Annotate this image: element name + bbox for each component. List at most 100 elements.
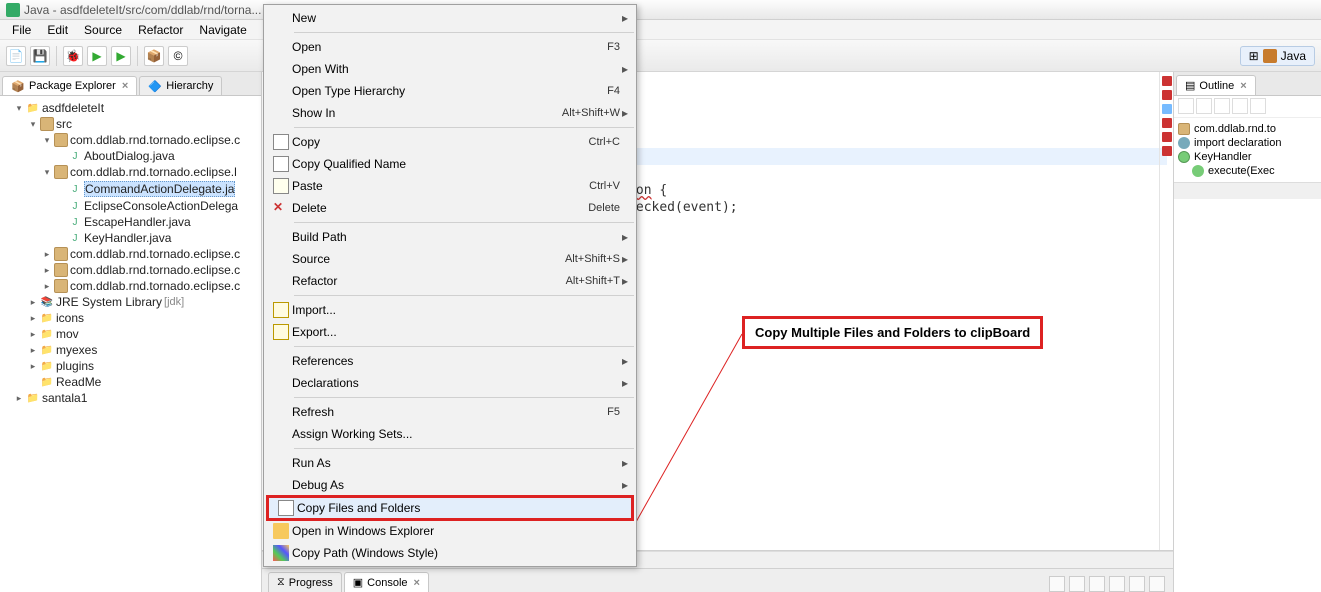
outline-item[interactable]: execute(Exec	[1178, 164, 1317, 178]
tree-project[interactable]: ▾📁asdfdeleteIt	[14, 100, 261, 116]
horizontal-scrollbar[interactable]	[1174, 182, 1321, 199]
error-marker-icon[interactable]	[1162, 76, 1172, 86]
error-marker-icon[interactable]	[1162, 90, 1172, 100]
menu-item-build-path[interactable]: Build Path▸	[264, 226, 636, 248]
menu-refactor[interactable]: Refactor	[130, 21, 191, 39]
console-tool[interactable]	[1109, 576, 1125, 592]
tree-jre[interactable]: ▸📚JRE System Library [jdk]	[28, 294, 261, 310]
tree-package[interactable]: ▸com.ddlab.rnd.tornado.eclipse.c	[42, 262, 261, 278]
menu-item-copy[interactable]: CopyCtrl+C	[264, 131, 636, 153]
outline-item[interactable]: import declaration	[1178, 136, 1317, 150]
console-tool[interactable]	[1129, 576, 1145, 592]
menu-navigate[interactable]: Navigate	[191, 21, 254, 39]
menu-edit[interactable]: Edit	[39, 21, 76, 39]
menu-item-new[interactable]: New▸	[264, 7, 636, 29]
tab-progress[interactable]: ⧖Progress	[268, 572, 342, 592]
open-perspective-icon[interactable]: ⊞	[1249, 49, 1259, 63]
menu-item-assign-working-sets-[interactable]: Assign Working Sets...	[264, 423, 636, 445]
menu-item-copy-path-windows-style-[interactable]: Copy Path (Windows Style)	[264, 542, 636, 564]
menu-accelerator: Ctrl+V	[589, 180, 620, 192]
menu-item-refactor[interactable]: RefactorAlt+Shift+T▸	[264, 270, 636, 292]
sort-button[interactable]	[1178, 98, 1194, 114]
tree-file-selected[interactable]: JCommandActionDelegate.ja	[56, 180, 261, 198]
info-marker-icon[interactable]	[1162, 104, 1172, 114]
perspective-switcher[interactable]: ⊞ Java	[1240, 46, 1315, 66]
menu-item-delete[interactable]: ✕DeleteDelete	[264, 197, 636, 219]
menu-item-debug-as[interactable]: Debug As▸	[264, 474, 636, 496]
menu-file[interactable]: File	[4, 21, 39, 39]
menu-item-references[interactable]: References▸	[264, 350, 636, 372]
folder-icon: 📁	[40, 359, 54, 373]
menu-item-open[interactable]: OpenF3	[264, 36, 636, 58]
error-marker-icon[interactable]	[1162, 118, 1172, 128]
tree-folder[interactable]: 📁ReadMe	[28, 374, 261, 390]
submenu-arrow-icon: ▸	[620, 62, 630, 76]
console-tool[interactable]	[1089, 576, 1105, 592]
new-package-button[interactable]: 📦	[144, 46, 164, 66]
debug-button[interactable]: 🐞	[63, 46, 83, 66]
tree-file[interactable]: JEclipseConsoleActionDelega	[56, 198, 261, 214]
run-button[interactable]: ▶	[87, 46, 107, 66]
tree-package[interactable]: ▾com.ddlab.rnd.tornado.eclipse.c	[42, 132, 261, 148]
tree-package[interactable]: ▸com.ddlab.rnd.tornado.eclipse.c	[42, 246, 261, 262]
filter-button[interactable]	[1196, 98, 1212, 114]
close-icon[interactable]: ×	[122, 80, 128, 92]
context-menu[interactable]: New▸ OpenF3Open With▸Open Type HierarchyF…	[263, 4, 637, 567]
tree-package[interactable]: ▸com.ddlab.rnd.tornado.eclipse.c	[42, 278, 261, 294]
menu-item-open-type-hierarchy[interactable]: Open Type HierarchyF4	[264, 80, 636, 102]
toolbar-separator	[137, 46, 138, 66]
hierarchy-icon: 🔷	[148, 80, 162, 92]
save-button[interactable]: 💾	[30, 46, 50, 66]
close-icon[interactable]: ×	[1240, 80, 1246, 92]
close-icon[interactable]: ×	[414, 577, 420, 589]
outline-item[interactable]: KeyHandler	[1178, 150, 1317, 164]
tree-folder[interactable]: ▸📁plugins	[28, 358, 261, 374]
tab-outline[interactable]: ▤Outline×	[1176, 75, 1256, 95]
menu-item-copy-files-and-folders[interactable]: Copy Files and Folders	[266, 495, 634, 521]
menu-source[interactable]: Source	[76, 21, 130, 39]
console-tool[interactable]	[1049, 576, 1065, 592]
tree-file[interactable]: JKeyHandler.java	[56, 230, 261, 246]
tab-hierarchy[interactable]: 🔷 Hierarchy	[139, 76, 222, 95]
tab-package-explorer[interactable]: 📦 Package Explorer ×	[2, 76, 137, 95]
tree-folder[interactable]: ▸📁myexes	[28, 342, 261, 358]
error-marker-icon[interactable]	[1162, 132, 1172, 142]
menu-item-declarations[interactable]: Declarations▸	[264, 372, 636, 394]
error-marker-icon[interactable]	[1162, 146, 1172, 156]
menu-item-source[interactable]: SourceAlt+Shift+S▸	[264, 248, 636, 270]
menu-item-paste[interactable]: PasteCtrl+V	[264, 175, 636, 197]
tree-folder[interactable]: ▸📁mov	[28, 326, 261, 342]
tree-folder[interactable]: ▸📁icons	[28, 310, 261, 326]
menu-item-refresh[interactable]: RefreshF5	[264, 401, 636, 423]
console-tool[interactable]	[1149, 576, 1165, 592]
tree-package[interactable]: ▾com.ddlab.rnd.tornado.eclipse.l	[42, 164, 261, 180]
tab-console[interactable]: ▣Console×	[344, 572, 429, 592]
menu-item-copy-qualified-name[interactable]: Copy Qualified Name	[264, 153, 636, 175]
tree-project[interactable]: ▸📁santala1	[14, 390, 261, 406]
menu-item-open-in-windows-explorer[interactable]: Open in Windows Explorer	[264, 520, 636, 542]
menu-item-export-[interactable]: Export...	[264, 321, 636, 343]
menu-item-import-[interactable]: Import...	[264, 299, 636, 321]
menu-bar[interactable]: File Edit Source Refactor Navigate Se	[0, 20, 1321, 40]
menu-accelerator: F3	[607, 41, 620, 53]
filter-button[interactable]	[1250, 98, 1266, 114]
menu-accelerator: F4	[607, 85, 620, 97]
package-tree[interactable]: ▾📁asdfdeleteIt ▾src ▾com.ddlab.rnd.torna…	[0, 96, 261, 592]
menu-item-run-as[interactable]: Run As▸	[264, 452, 636, 474]
menu-item-label: Build Path	[292, 230, 620, 244]
progress-icon: ⧖	[277, 576, 285, 589]
new-button[interactable]: 📄	[6, 46, 26, 66]
filter-button[interactable]	[1214, 98, 1230, 114]
filter-button[interactable]	[1232, 98, 1248, 114]
submenu-arrow-icon: ▸	[620, 478, 630, 492]
menu-item-show-in[interactable]: Show InAlt+Shift+W▸	[264, 102, 636, 124]
outline-item[interactable]: com.ddlab.rnd.to	[1178, 122, 1317, 136]
run-last-button[interactable]: ▶	[111, 46, 131, 66]
outline-tree[interactable]: com.ddlab.rnd.to import declaration KeyH…	[1174, 118, 1321, 182]
tree-file[interactable]: JEscapeHandler.java	[56, 214, 261, 230]
console-tool[interactable]	[1069, 576, 1085, 592]
tree-src[interactable]: ▾src	[28, 116, 261, 132]
menu-item-open-with[interactable]: Open With▸	[264, 58, 636, 80]
new-class-button[interactable]: ©	[168, 46, 188, 66]
tree-file[interactable]: JAboutDialog.java	[56, 148, 261, 164]
